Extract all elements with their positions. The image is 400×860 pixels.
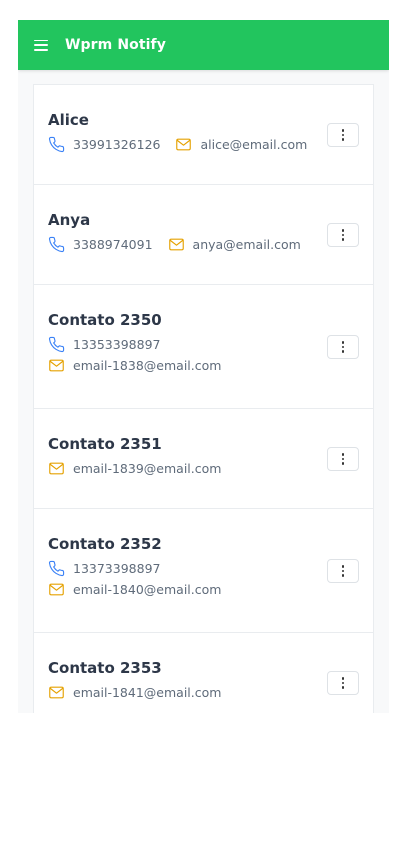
kebab-menu-icon bbox=[341, 341, 345, 353]
mail-icon bbox=[49, 686, 64, 699]
mail-icon bbox=[176, 138, 192, 151]
contact-email: anya@email.com bbox=[192, 237, 301, 252]
contact-name: Contato 2350 bbox=[48, 311, 162, 329]
contact-email: email-1838@email.com bbox=[73, 358, 222, 373]
contact-phone: 3388974091 bbox=[73, 237, 153, 252]
phone-icon bbox=[48, 136, 65, 153]
app-container: Wprm Notify Alice 33991326126 alice@emai… bbox=[18, 20, 389, 713]
contact-phone: 13353398897 bbox=[73, 337, 161, 352]
app-header: Wprm Notify bbox=[18, 20, 389, 70]
contact-name: Contato 2352 bbox=[48, 535, 162, 553]
menu-icon[interactable] bbox=[34, 39, 48, 51]
contact-row[interactable]: Contato 2353 email-1841@email.com bbox=[34, 633, 373, 713]
contact-email: email-1840@email.com bbox=[73, 582, 222, 597]
mail-icon bbox=[49, 583, 64, 596]
contact-list: Alice 33991326126 alice@email.com Anya 3… bbox=[33, 84, 374, 713]
contact-name: Alice bbox=[48, 111, 89, 129]
contact-email: email-1841@email.com bbox=[73, 685, 222, 700]
contact-row[interactable]: Alice 33991326126 alice@email.com bbox=[34, 85, 373, 185]
contact-phone: 13373398897 bbox=[73, 561, 161, 576]
kebab-menu-icon bbox=[341, 129, 345, 141]
kebab-menu-icon bbox=[341, 229, 345, 241]
more-options-button[interactable] bbox=[327, 335, 359, 359]
contact-email: alice@email.com bbox=[200, 137, 308, 152]
phone-icon bbox=[48, 236, 65, 253]
more-options-button[interactable] bbox=[327, 559, 359, 583]
contact-phone: 33991326126 bbox=[73, 137, 161, 152]
contact-email: email-1839@email.com bbox=[73, 461, 222, 476]
phone-icon bbox=[48, 336, 65, 353]
phone-icon bbox=[48, 560, 65, 577]
kebab-menu-icon bbox=[341, 453, 345, 465]
more-options-button[interactable] bbox=[327, 671, 359, 695]
contact-name: Anya bbox=[48, 211, 91, 229]
contact-name: Contato 2351 bbox=[48, 435, 162, 453]
kebab-menu-icon bbox=[341, 565, 345, 577]
mail-icon bbox=[168, 238, 184, 251]
mail-icon bbox=[49, 462, 64, 475]
contact-name: Contato 2353 bbox=[48, 659, 162, 677]
contact-row[interactable]: Contato 2350 13353398897 email-1838@emai… bbox=[34, 285, 373, 409]
app-title: Wprm Notify bbox=[65, 37, 166, 53]
more-options-button[interactable] bbox=[327, 447, 359, 471]
mail-icon bbox=[49, 359, 64, 372]
more-options-button[interactable] bbox=[327, 223, 359, 247]
kebab-menu-icon bbox=[341, 677, 345, 689]
contact-row[interactable]: Contato 2351 email-1839@email.com bbox=[34, 409, 373, 509]
contact-row[interactable]: Anya 3388974091 anya@email.com bbox=[34, 185, 373, 285]
more-options-button[interactable] bbox=[327, 123, 359, 147]
contact-row[interactable]: Contato 2352 13373398897 email-1840@emai… bbox=[34, 509, 373, 633]
